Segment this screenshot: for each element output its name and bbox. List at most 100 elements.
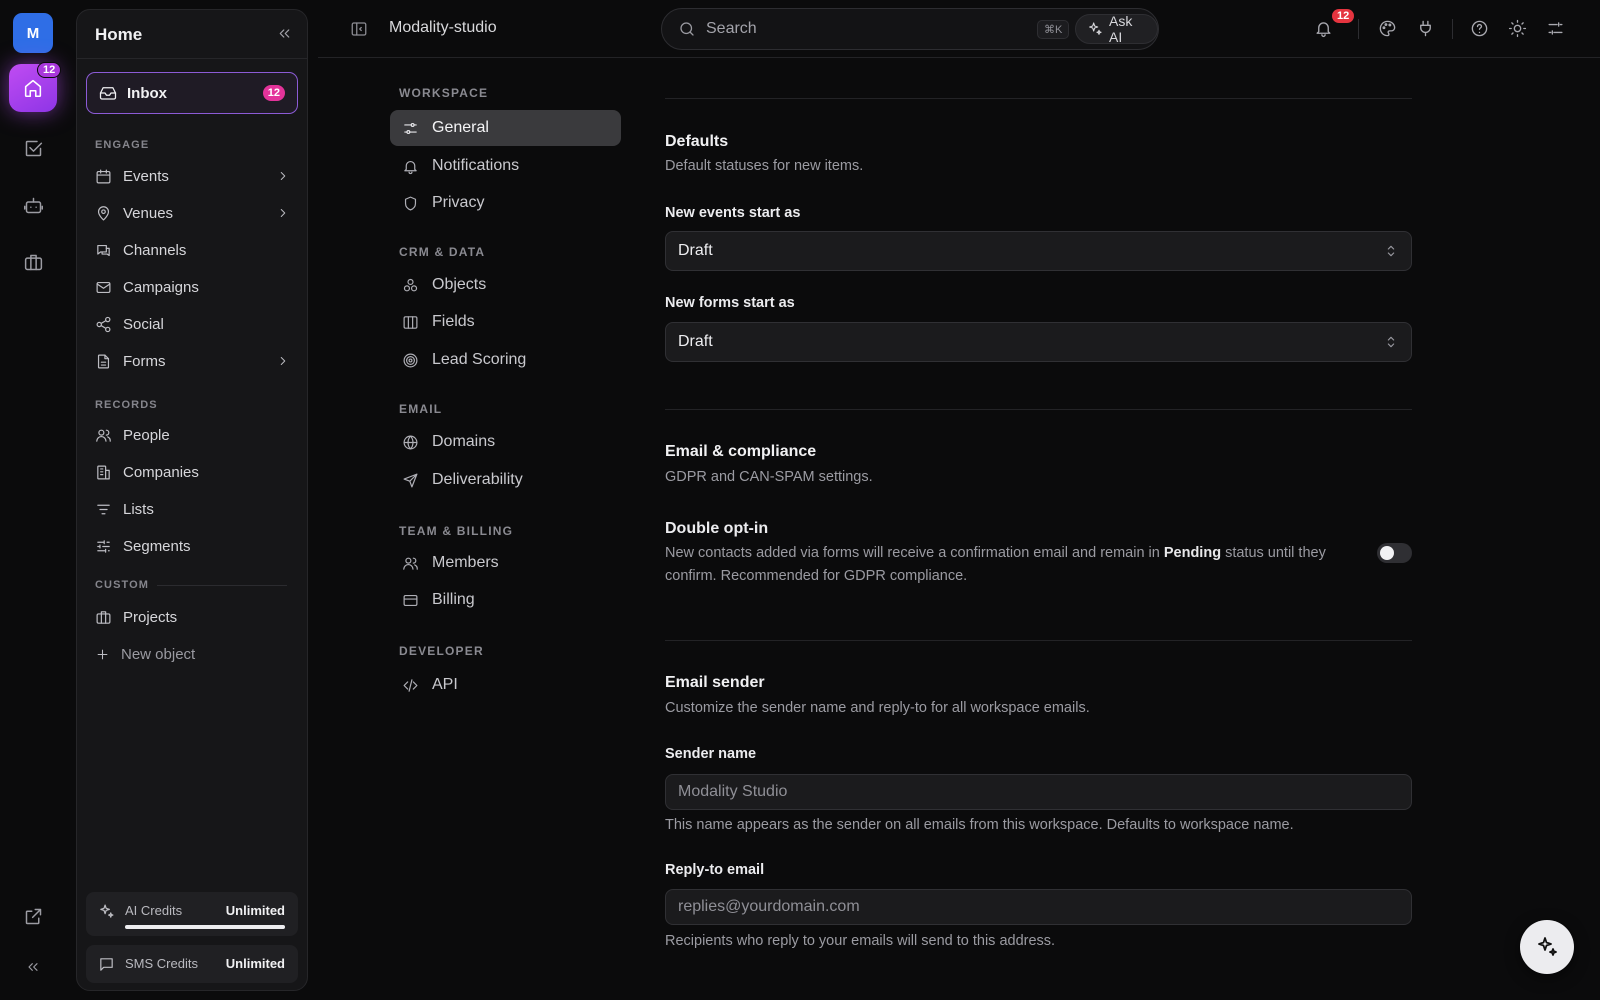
section-divider — [665, 98, 1412, 99]
workspace-breadcrumb[interactable]: Modality-studio — [389, 19, 497, 37]
settings-item-billing[interactable]: Billing — [390, 582, 621, 618]
workspace-avatar[interactable]: M — [13, 13, 53, 53]
send-icon — [402, 472, 419, 489]
preferences-button[interactable] — [1546, 19, 1565, 38]
panel-left-icon — [350, 20, 368, 38]
list-icon — [95, 501, 112, 518]
optin-desc-part: New contacts added via forms will receiv… — [665, 545, 1160, 561]
sidebar-title: Home — [95, 25, 143, 44]
sidebar-item-social[interactable]: Social — [86, 308, 298, 340]
settings-section-developer: DEVELOPER — [399, 644, 484, 658]
new-forms-label: New forms start as — [665, 295, 795, 311]
file-icon — [95, 353, 112, 370]
objects-icon — [402, 277, 419, 294]
sidebar-item-projects[interactable]: Projects — [86, 601, 298, 633]
sidebar-item-companies[interactable]: Companies — [86, 456, 298, 488]
main-sidebar: Home Inbox 12 ENGAGE Events Venues Chann… — [76, 9, 308, 991]
reply-to-input[interactable] — [665, 889, 1412, 925]
tasks-rail-button[interactable] — [21, 136, 45, 160]
new-forms-status-select[interactable]: Draft — [665, 322, 1412, 362]
settings-section-crm: CRM & DATA — [399, 245, 486, 259]
reply-to-label: Reply-to email — [665, 862, 765, 878]
external-link-icon — [23, 906, 44, 927]
section-label-engage: ENGAGE — [95, 139, 150, 151]
section-label-custom: CUSTOM — [95, 579, 150, 591]
ai-credits-progress — [125, 925, 285, 929]
sidebar-item-label: Segments — [123, 537, 191, 555]
toggle-panel-button[interactable] — [350, 20, 368, 38]
chevron-right-icon — [276, 169, 290, 183]
sidebar-item-label: Events — [123, 167, 169, 185]
icon-rail: M 12 — [0, 0, 66, 1000]
sidebar-item-label: Forms — [123, 352, 166, 370]
compliance-subtitle: GDPR and CAN-SPAM settings. — [665, 469, 873, 485]
sidebar-item-events[interactable]: Events — [86, 160, 298, 192]
settings-item-label: API — [432, 676, 458, 693]
collapse-sidebar-button[interactable] — [276, 25, 293, 42]
sender-subtitle: Customize the sender name and reply-to f… — [665, 700, 1090, 716]
settings-item-lead-scoring[interactable]: Lead Scoring — [390, 342, 621, 378]
sidebar-item-label: Projects — [123, 608, 178, 626]
settings-item-domains[interactable]: Domains — [390, 424, 621, 460]
sidebar-item-forms[interactable]: Forms — [86, 345, 298, 377]
new-object-button[interactable]: New object — [86, 638, 298, 670]
sms-credits-label: SMS Credits — [125, 956, 198, 971]
sidebar-item-channels[interactable]: Channels — [86, 234, 298, 266]
settings-item-notifications[interactable]: Notifications — [390, 148, 621, 184]
settings-item-label: Fields — [432, 313, 475, 330]
sidebar-item-segments[interactable]: Segments — [86, 530, 298, 562]
reply-to-help: Recipients who reply to your emails will… — [665, 933, 1056, 949]
sidebar-item-label: People — [123, 426, 170, 444]
settings-item-members[interactable]: Members — [390, 545, 621, 581]
sparkles-icon — [1535, 935, 1559, 959]
external-link-rail-button[interactable] — [21, 904, 45, 928]
mail-icon — [95, 279, 112, 296]
sender-name-label: Sender name — [665, 746, 757, 762]
inbox-icon — [99, 84, 117, 102]
settings-item-fields[interactable]: Fields — [390, 304, 621, 340]
sidebar-item-inbox[interactable]: Inbox 12 — [86, 72, 298, 114]
toggle-knob — [1380, 546, 1394, 560]
map-pin-icon — [95, 205, 112, 222]
new-events-status-select[interactable]: Draft — [665, 231, 1412, 271]
defaults-title: Defaults — [665, 133, 729, 150]
help-button[interactable] — [1470, 19, 1489, 38]
chevrons-left-icon — [276, 25, 293, 42]
card-icon — [402, 592, 419, 609]
section-divider — [665, 409, 1412, 410]
double-optin-title: Double opt-in — [665, 520, 769, 537]
settings-item-label: Members — [432, 554, 499, 571]
bots-rail-button[interactable] — [21, 193, 45, 217]
double-optin-toggle[interactable] — [1377, 543, 1412, 563]
ai-credits-panel: AI Credits Unlimited — [86, 892, 298, 936]
settings-item-privacy[interactable]: Privacy — [390, 185, 621, 221]
collapse-rail-button[interactable] — [21, 955, 45, 979]
settings-section-team-billing: TEAM & BILLING — [399, 524, 514, 538]
projects-rail-button[interactable] — [21, 250, 45, 274]
sender-title: Email sender — [665, 674, 765, 691]
ai-assistant-fab[interactable] — [1520, 920, 1574, 974]
ai-credits-progress-fill — [125, 925, 285, 929]
help-circle-icon — [1470, 19, 1489, 38]
sender-name-input[interactable] — [665, 774, 1412, 810]
users-icon — [402, 555, 419, 572]
settings-section-email: EMAIL — [399, 402, 443, 416]
section-divider — [157, 585, 287, 586]
settings-item-deliverability[interactable]: Deliverability — [390, 462, 621, 498]
plug-icon — [1416, 19, 1435, 38]
sender-name-help: This name appears as the sender on all e… — [665, 817, 1294, 833]
briefcase-icon — [23, 252, 44, 273]
settings-item-objects[interactable]: Objects — [390, 267, 621, 303]
sliders-icon — [95, 538, 112, 555]
sidebar-item-people[interactable]: People — [86, 419, 298, 451]
sidebar-item-venues[interactable]: Venues — [86, 197, 298, 229]
sidebar-item-campaigns[interactable]: Campaigns — [86, 271, 298, 303]
settings-item-general[interactable]: General — [390, 110, 621, 146]
bot-icon — [23, 195, 44, 216]
settings-item-api[interactable]: API — [390, 667, 621, 703]
calendar-icon — [95, 168, 112, 185]
sidebar-item-lists[interactable]: Lists — [86, 493, 298, 525]
theme-toggle-button[interactable] — [1508, 19, 1527, 38]
toolbar-divider — [1452, 19, 1453, 39]
integrations-button[interactable] — [1416, 19, 1435, 38]
